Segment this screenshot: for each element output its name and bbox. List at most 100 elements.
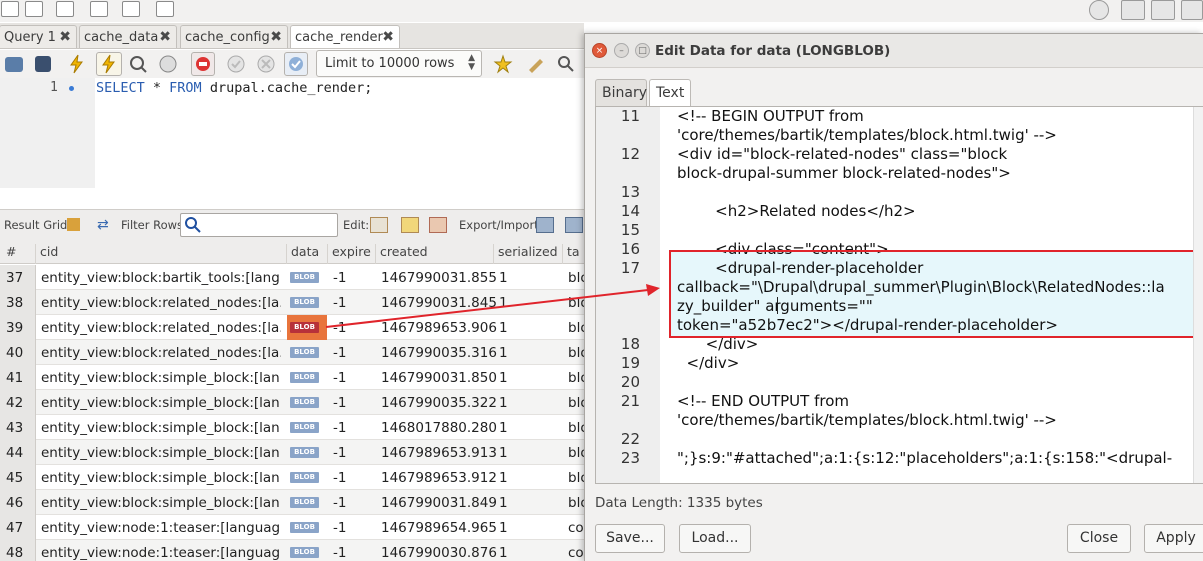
toggle-output-icon[interactable]: [1151, 0, 1175, 20]
autocommit-icon[interactable]: [284, 52, 308, 76]
tab-query-1[interactable]: Query 1 ✖: [0, 25, 77, 48]
sql-editor[interactable]: 1 SELECT * FROM drupal.cache_render;: [0, 78, 584, 188]
cell-created[interactable]: 1467989653.912: [381, 470, 497, 486]
cell-serialized[interactable]: 1: [499, 520, 508, 536]
cell-cid[interactable]: entity_view:block:related_nodes:[la...: [41, 295, 281, 311]
table-row[interactable]: 48 entity_view:node:1:teaser:[languag... B…: [0, 540, 584, 561]
reconnect-icon[interactable]: [156, 1, 174, 17]
cell-expire[interactable]: -1: [333, 470, 346, 486]
cell-cid[interactable]: entity_view:block:simple_block:[lan...: [41, 495, 281, 511]
table-row[interactable]: 37 entity_view:block:bartik_tools:[lang..…: [0, 265, 584, 290]
cell-tags[interactable]: blo: [568, 495, 584, 511]
cell-serialized[interactable]: 1: [499, 270, 508, 286]
window-maximize-button[interactable]: □: [635, 43, 650, 58]
toggle-secondary-sidebar-icon[interactable]: [1181, 0, 1203, 20]
close-tab-icon[interactable]: ✖: [270, 29, 282, 45]
cell-cid[interactable]: entity_view:block:related_nodes:[la...: [41, 320, 281, 336]
cell-created[interactable]: 1467990031.850: [381, 370, 497, 386]
table-row[interactable]: 40 entity_view:block:related_nodes:[la...…: [0, 340, 584, 365]
save-file-icon[interactable]: [35, 56, 51, 72]
row-number[interactable]: 43: [0, 415, 36, 440]
cell-expire[interactable]: -1: [333, 270, 346, 286]
tab-cache-data[interactable]: cache_data ✖: [79, 25, 177, 48]
row-number[interactable]: 48: [0, 540, 36, 561]
cell-serialized[interactable]: 1: [499, 545, 508, 561]
beautify-icon[interactable]: [526, 54, 546, 74]
close-button[interactable]: Close: [1067, 524, 1131, 553]
row-number[interactable]: 41: [0, 365, 36, 390]
row-number[interactable]: 39: [0, 315, 36, 340]
cell-serialized[interactable]: 1: [499, 470, 508, 486]
row-number[interactable]: 37: [0, 265, 36, 290]
blob-badge[interactable]: BLOB: [290, 422, 319, 433]
blob-badge[interactable]: BLOB: [290, 497, 319, 508]
vertical-scrollbar[interactable]: [1193, 107, 1203, 483]
insert-row-icon[interactable]: [401, 217, 419, 233]
cell-cid[interactable]: entity_view:block:related_nodes:[la...: [41, 345, 281, 361]
rollback-icon[interactable]: [256, 54, 276, 74]
cell-cid[interactable]: entity_view:node:1:teaser:[languag...: [41, 520, 281, 536]
column-header-data[interactable]: data: [288, 244, 328, 264]
cell-tags[interactable]: blo: [568, 395, 584, 411]
cell-cid[interactable]: entity_view:block:bartik_tools:[lang...: [41, 270, 281, 286]
cell-created[interactable]: 1467990035.322: [381, 395, 497, 411]
cell-serialized[interactable]: 1: [499, 295, 508, 311]
cell-cid[interactable]: entity_view:block:simple_block:[lan...: [41, 445, 281, 461]
cell-tags[interactable]: blo: [568, 420, 584, 436]
stop-icon[interactable]: [158, 54, 178, 74]
text-editor[interactable]: 11 12 13 14 15 16 17 18 19 20 21 22 23 <!-- BEGIN OU…: [595, 106, 1203, 484]
cell-cid[interactable]: entity_view:block:simple_block:[lan...: [41, 420, 281, 436]
row-number[interactable]: 38: [0, 290, 36, 315]
table-row[interactable]: 41 entity_view:block:simple_block:[lan...…: [0, 365, 584, 390]
delete-row-icon[interactable]: [429, 217, 447, 233]
cell-serialized[interactable]: 1: [499, 420, 508, 436]
cell-tags[interactable]: blo: [568, 345, 584, 361]
cell-tags[interactable]: blo: [568, 295, 584, 311]
blob-badge[interactable]: BLOB: [290, 397, 319, 408]
column-header-created[interactable]: created: [377, 244, 494, 264]
execute-current-icon[interactable]: [96, 52, 122, 76]
cell-expire[interactable]: -1: [333, 420, 346, 436]
tab-text[interactable]: Text: [649, 79, 691, 107]
cell-tags[interactable]: co: [568, 545, 584, 561]
row-number[interactable]: 42: [0, 390, 36, 415]
cell-cid[interactable]: entity_view:node:1:teaser:[languag...: [41, 545, 281, 561]
cell-serialized[interactable]: 1: [499, 345, 508, 361]
cell-tags[interactable]: blo: [568, 320, 584, 336]
row-number[interactable]: 44: [0, 440, 36, 465]
blob-badge[interactable]: BLOB: [290, 322, 319, 333]
cell-created[interactable]: 1467990031.849: [381, 495, 497, 511]
execute-icon[interactable]: [67, 54, 87, 74]
row-number[interactable]: 46: [0, 490, 36, 515]
cell-serialized[interactable]: 1: [499, 445, 508, 461]
table-row[interactable]: 38 entity_view:block:related_nodes:[la...…: [0, 290, 584, 315]
cell-created[interactable]: 1467989653.906: [381, 320, 497, 336]
window-minimize-button[interactable]: –: [614, 43, 629, 58]
tab-cache-render[interactable]: cache_render ✖: [290, 25, 400, 48]
cell-created[interactable]: 1467990035.316: [381, 345, 497, 361]
cell-cid[interactable]: entity_view:block:simple_block:[lan...: [41, 395, 281, 411]
blob-badge[interactable]: BLOB: [290, 347, 319, 358]
cell-expire[interactable]: -1: [333, 320, 346, 336]
cell-expire[interactable]: -1: [333, 395, 346, 411]
row-number[interactable]: 45: [0, 465, 36, 490]
column-header-num[interactable]: #: [3, 244, 36, 264]
cell-created[interactable]: 1467989653.913: [381, 445, 497, 461]
table-icon[interactable]: [90, 1, 108, 17]
tab-binary[interactable]: Binary: [595, 79, 647, 106]
row-number[interactable]: 40: [0, 340, 36, 365]
cell-created[interactable]: 1468017880.280: [381, 420, 497, 436]
blob-badge[interactable]: BLOB: [290, 272, 319, 283]
cell-serialized[interactable]: 1: [499, 395, 508, 411]
load-button[interactable]: Load...: [679, 524, 751, 553]
blob-badge[interactable]: BLOB: [290, 522, 319, 533]
cell-serialized[interactable]: 1: [499, 320, 508, 336]
add-snippet-icon[interactable]: [493, 54, 513, 74]
cell-expire[interactable]: -1: [333, 370, 346, 386]
edit-row-icon[interactable]: [370, 217, 388, 233]
table-row[interactable]: 47 entity_view:node:1:teaser:[languag... B…: [0, 515, 584, 540]
toggle-error-icon[interactable]: [191, 52, 215, 76]
blob-badge[interactable]: BLOB: [290, 297, 319, 308]
save-button[interactable]: Save...: [595, 524, 665, 553]
toggle-sidebar-icon[interactable]: [1121, 0, 1145, 20]
